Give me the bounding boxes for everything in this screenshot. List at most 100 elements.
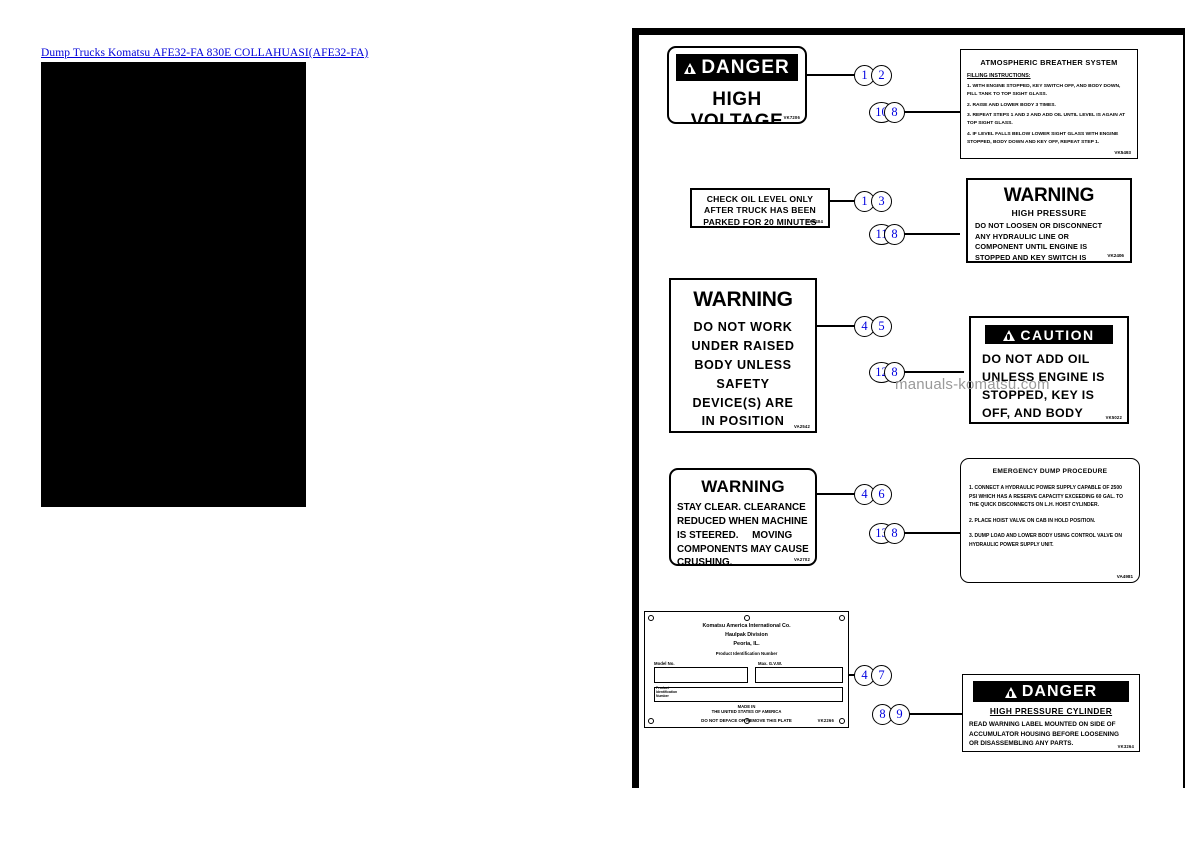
warning-triangle-icon [684,63,697,74]
preview-thumbnail-image [41,62,306,507]
danger-subhead: HIGH PRESSURE CYLINDER [989,706,1113,716]
caution-header-text: CAUTION [1020,326,1095,343]
label-check-oil-level: CHECK OIL LEVEL ONLY AFTER TRUCK HAS BEE… [690,188,830,228]
leader-line [902,233,960,235]
warning-line: ANY HYDRAULIC LINE OR [975,231,1069,241]
warning-line: IN POSITION [701,414,785,429]
nameplate-company: Komatsu America International Co. [702,623,791,629]
nameplate-model-label: Model No. [654,661,675,666]
breather-step: 3. REPEAT STEPS 1 AND 2 AND ADD OIL UNTI… [967,113,1126,127]
callout-3[interactable]: 3 [871,191,892,212]
part-number: VK5404 [806,219,823,224]
leader-line [807,74,855,76]
part-number: VA4981 [1116,574,1133,579]
part-number: VK2266 [817,718,834,723]
danger-line: ACCUMULATOR HOUSING BEFORE LOOSENING [969,730,1119,738]
emergency-dump-step: 1. CONNECT A HYDRAULIC POWER SUPPLY CAPA… [969,485,1124,508]
sheet-border-left [632,28,639,788]
warning-line: COMPONENT UNTIL ENGINE IS [975,242,1088,252]
callout-2[interactable]: 2 [871,65,892,86]
label-emergency-dump: EMERGENCY DUMP PROCEDURE 1. CONNECT A HY… [960,458,1140,583]
danger-line: OR DISASSEMBLING ANY PARTS. [969,740,1074,748]
warning-line: STOPPED AND KEY SWITCH IS [975,252,1087,262]
document-title-link[interactable]: Dump Trucks Komatsu AFE32-FA 830E COLLAH… [41,47,368,59]
part-number: VK5022 [1105,415,1122,420]
mounting-hole [648,615,654,621]
leader-line [902,111,960,113]
nameplate-country: THE UNITED STATES OF AMERICA [711,709,782,714]
mounting-hole [839,615,845,621]
warning-triangle-icon [1004,687,1017,698]
label-atmospheric-breather: ATMOSPHERIC BREATHER SYSTEM FILLING INST… [960,49,1138,159]
warning-line: UNDER RAISED [691,338,795,353]
callout-8-a[interactable]: 8 [884,102,905,123]
parts-diagram-sheet: DANGER HIGH VOLTAGE VK7206 1 2 10 8 ATMO… [632,28,1185,788]
danger-header-bar: DANGER [973,681,1129,702]
check-oil-line: AFTER TRUCK HAS BEEN [704,205,816,216]
warning-line: REDUCED WHEN MACHINE [677,515,808,527]
callout-9[interactable]: 9 [889,704,910,725]
check-oil-line: CHECK OIL LEVEL ONLY [706,194,814,204]
danger-header-text: DANGER [701,56,790,78]
callout-7[interactable]: 7 [871,665,892,686]
warning-line: SAFETY [716,376,770,391]
sheet-border-right [1183,28,1185,788]
label-danger-high-pressure-cylinder: DANGER HIGH PRESSURE CYLINDER READ WARNI… [962,674,1140,752]
caution-header-bar: CAUTION [985,325,1113,344]
warning-triangle-icon [1003,330,1016,341]
warning-subhead: HIGH PRESSURE [1011,208,1087,218]
check-oil-line: PARKED FOR 20 MINUTES [703,216,817,227]
breather-subtitle: FILLING INSTRUCTIONS: [967,73,1031,79]
label-caution-add-oil: CAUTION DO NOT ADD OIL UNLESS ENGINE IS … [969,316,1129,424]
serial-label-line: Number [656,693,669,698]
warning-header: WARNING [701,477,785,496]
breather-step: 1. WITH ENGINE STOPPED, KEY SWITCH OFF, … [967,84,1121,98]
warning-line: CRUSHING. [677,557,733,566]
part-number: VK7206 [783,115,800,120]
warning-line: IS STEERED. MOVING [677,529,793,541]
caution-line: IS DOWN [982,423,1121,424]
nameplate-pin-label: Product Identification Number [715,651,778,656]
nameplate-model-field[interactable] [654,667,748,683]
emergency-dump-step: 3. DUMP LOAD AND LOWER BODY USING CONTRO… [969,533,1122,548]
caution-line: DO NOT ADD OIL [982,352,1090,366]
nameplate-serial-labels: Product Identification Number [656,686,677,699]
leader-line [817,493,855,495]
callout-6[interactable]: 6 [871,484,892,505]
warning-header: WARNING [1003,185,1095,206]
label-warning-high-pressure: WARNING HIGH PRESSURE DO NOT LOOSEN OR D… [966,178,1132,263]
caution-line: OFF, AND BODY [982,405,1084,420]
nameplate-serial-field[interactable] [654,687,843,702]
breather-step: 2. RAISE AND LOWER BODY 3 TIMES. [967,102,1056,108]
label-warning-raised-body: WARNING DO NOT WORK UNDER RAISED BODY UN… [669,278,817,433]
part-number: VA2702 [793,557,810,562]
warning-line: STAY CLEAR. CLEARANCE [677,502,806,513]
danger-line: READ WARNING LABEL MOUNTED ON SIDE OF [969,721,1116,728]
warning-line: COMPONENTS MAY CAUSE [677,543,809,555]
site-watermark: manuals-komatsu.com [895,376,1050,393]
danger-body-text: HIGH VOLTAGE [690,89,784,124]
nameplate-division: Haulpak Division [725,632,768,638]
part-number: VK2406 [1107,253,1124,258]
part-number: VK3264 [1117,744,1134,749]
warning-line: DEVICE(S) ARE [692,395,794,410]
emergency-dump-step: 2. PLACE HOIST VALVE ON CAB IN HOLD POSI… [969,517,1096,524]
leader-line [817,325,855,327]
label-danger-high-voltage: DANGER HIGH VOLTAGE VK7206 [667,46,807,124]
sheet-border-top [632,28,1185,35]
callout-5[interactable]: 5 [871,316,892,337]
nameplate-gvw-label: Max. G.V.W. [758,661,782,666]
label-warning-stay-clear: WARNING STAY CLEAR. CLEARANCE REDUCED WH… [669,468,817,566]
mounting-hole [744,615,750,621]
callout-8-d[interactable]: 8 [884,523,905,544]
emergency-dump-title: EMERGENCY DUMP PROCEDURE [992,468,1108,475]
warning-header: WARNING [693,288,793,311]
leader-line [907,713,962,715]
nameplate-gvw-field[interactable] [755,667,843,683]
callout-8-b[interactable]: 8 [884,224,905,245]
breather-title: ATMOSPHERIC BREATHER SYSTEM [980,58,1118,67]
document-preview-pane: Dump Trucks Komatsu AFE32-FA 830E COLLAH… [0,0,620,842]
warning-line: DO NOT LOOSEN OR DISCONNECT [975,221,1103,230]
danger-header-text: DANGER [1021,682,1098,700]
danger-header-bar: DANGER [676,54,798,81]
